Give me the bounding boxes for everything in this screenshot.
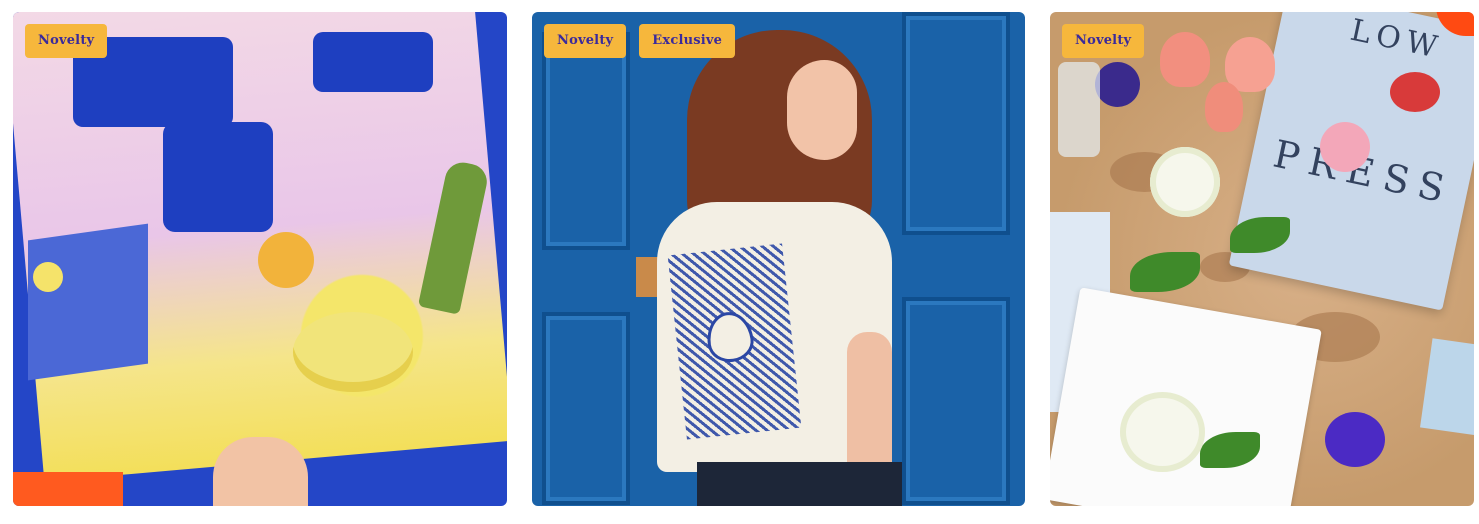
white-flower bbox=[1150, 147, 1220, 217]
door-panel bbox=[902, 297, 1010, 505]
puzzle-bowl-shape bbox=[293, 312, 413, 392]
flower-illustration bbox=[1390, 72, 1440, 112]
door-panel bbox=[902, 12, 1010, 235]
puzzle-lemon-shape bbox=[33, 262, 63, 292]
door-panel bbox=[542, 32, 630, 250]
badge-novelty: Novelty bbox=[1062, 24, 1145, 58]
puzzle-cloth-shape bbox=[28, 223, 148, 381]
pink-tulip bbox=[1160, 32, 1210, 87]
product-card-tshirt[interactable]: Novelty Exclusive bbox=[532, 12, 1025, 506]
glass-vase bbox=[1058, 62, 1100, 157]
badge-novelty: Novelty bbox=[544, 24, 627, 58]
blue-card bbox=[1420, 338, 1474, 436]
flower-illustration bbox=[1320, 122, 1370, 172]
leaf bbox=[1130, 252, 1200, 292]
purple-flower bbox=[1095, 62, 1140, 107]
person-hand bbox=[213, 437, 308, 506]
person-sleeve bbox=[13, 472, 123, 506]
woman-face bbox=[787, 60, 857, 160]
door-panel bbox=[542, 312, 630, 505]
paper-sheet bbox=[1050, 287, 1322, 506]
puzzle-lemon-shape bbox=[258, 232, 314, 288]
badge-group: Novelty bbox=[1062, 24, 1145, 58]
product-card-puzzle[interactable]: Novelty bbox=[13, 12, 507, 506]
product-image-flower-press[interactable]: LOW PRESS bbox=[1050, 12, 1474, 506]
white-flower bbox=[1120, 392, 1205, 472]
woman-skirt bbox=[697, 462, 902, 506]
product-card-flower-press[interactable]: LOW PRESS Novelty bbox=[1050, 12, 1474, 506]
product-image-puzzle[interactable] bbox=[13, 12, 507, 506]
pink-tulip bbox=[1205, 82, 1243, 132]
badge-novelty: Novelty bbox=[25, 24, 108, 58]
purple-flower bbox=[1325, 412, 1385, 467]
badge-exclusive: Exclusive bbox=[639, 24, 736, 58]
badge-group: Novelty bbox=[25, 24, 108, 58]
puzzle-gap bbox=[163, 122, 273, 232]
badge-group: Novelty Exclusive bbox=[544, 24, 736, 58]
puzzle-gap bbox=[313, 32, 433, 92]
product-image-tshirt[interactable] bbox=[532, 12, 1025, 506]
